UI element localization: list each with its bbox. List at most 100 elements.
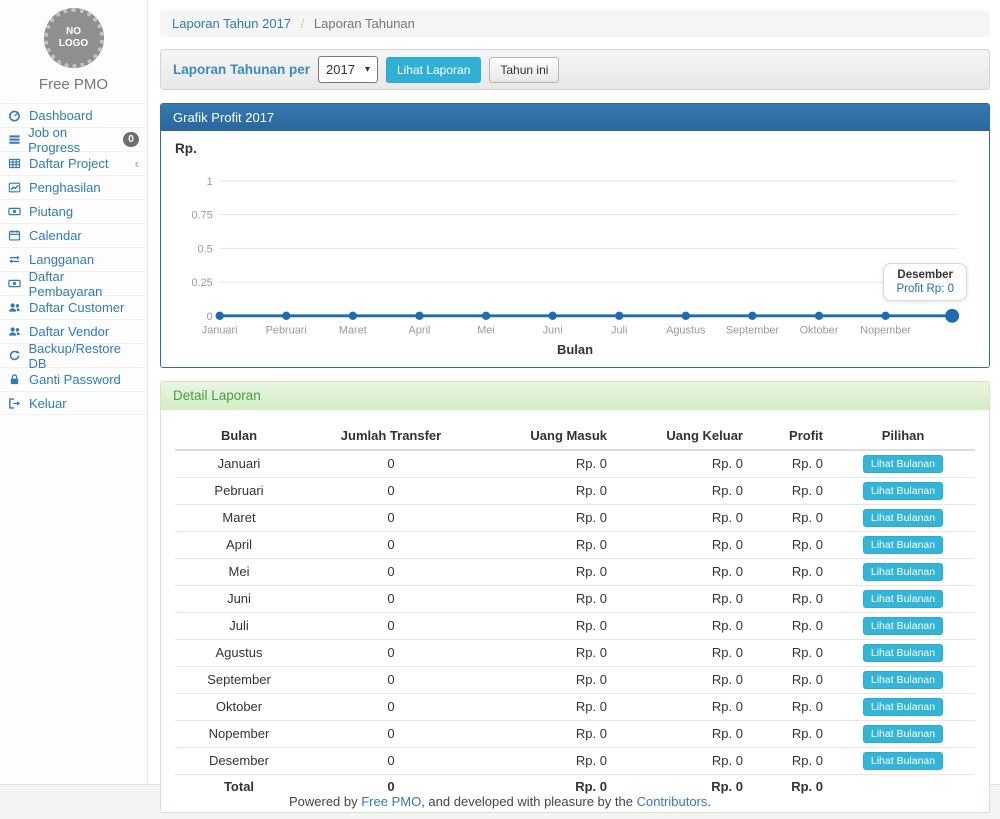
cell-jumlah-transfer: 0 [303,450,479,478]
lihat-bulanan-button[interactable]: Lihat Bulanan [863,590,943,608]
cell-bulan: Mei [175,558,303,585]
cell-uang-masuk: Rp. 0 [479,693,615,720]
sidebar-item-langganan[interactable]: Langganan [0,247,147,271]
breadcrumb: Laporan Tahun 2017 / Laporan Tahunan [160,10,990,37]
sidebar-item-daftar-pembayaran[interactable]: Daftar Pembayaran [0,271,147,295]
sidebar-item-label: Backup/Restore DB [29,341,139,371]
dashboard-icon [8,109,23,122]
sidebar-item-label: Daftar Project [29,156,108,171]
lihat-bulanan-button[interactable]: Lihat Bulanan [863,644,943,662]
cell-uang-keluar: Rp. 0 [615,720,751,747]
table-row: Pebruari0Rp. 0Rp. 0Rp. 0Lihat Bulanan [175,477,975,504]
svg-text:0: 0 [207,311,213,323]
footer-text: . [707,794,711,809]
year-select[interactable]: 2017 ▾ [318,56,378,83]
cell-bulan: Oktober [175,693,303,720]
column-header-jumlah-transfer: Jumlah Transfer [303,422,479,450]
sidebar-item-daftar-vendor[interactable]: Daftar Vendor [0,319,147,343]
cell-uang-masuk: Rp. 0 [479,531,615,558]
svg-text:0.75: 0.75 [191,210,212,222]
cell-uang-keluar: Rp. 0 [615,747,751,774]
sidebar-item-ganti-password[interactable]: Ganti Password [0,367,147,391]
cell-uang-keluar: Rp. 0 [615,666,751,693]
footer-link-freepmo[interactable]: Free PMO [361,794,421,809]
cell-uang-keluar: Rp. 0 [615,693,751,720]
calendar-icon [8,229,23,242]
tahun-ini-button[interactable]: Tahun ini [489,57,559,83]
sidebar-item-penghasilan[interactable]: Penghasilan [0,175,147,199]
count-badge: 0 [123,132,139,147]
column-header-bulan: Bulan [175,422,303,450]
lihat-bulanan-button[interactable]: Lihat Bulanan [863,671,943,689]
sidebar-item-label: Dashboard [29,108,93,123]
column-header-profit: Profit [751,422,831,450]
cell-profit: Rp. 0 [751,558,831,585]
table-row: Juni0Rp. 0Rp. 0Rp. 0Lihat Bulanan [175,585,975,612]
lihat-bulanan-button[interactable]: Lihat Bulanan [863,455,943,473]
profit-line-chart: 10.750.50.250JanuariPebruariMaretAprilMe… [175,159,975,340]
sidebar-item-label: Daftar Pembayaran [29,269,139,299]
lihat-bulanan-button[interactable]: Lihat Bulanan [863,482,943,500]
table-row: Maret0Rp. 0Rp. 0Rp. 0Lihat Bulanan [175,504,975,531]
money-icon [8,205,23,218]
cell-profit: Rp. 0 [751,504,831,531]
sidebar-menu: DashboardJob on Progress0Daftar Project‹… [0,103,147,415]
sidebar-item-label: Piutang [29,204,73,219]
chevron-left-icon: ‹ [135,156,139,171]
sidebar-item-calendar[interactable]: Calendar [0,223,147,247]
sidebar-item-piutang[interactable]: Piutang [0,199,147,223]
breadcrumb-link-laporan-tahun[interactable]: Laporan Tahun 2017 [172,16,291,31]
breadcrumb-current: Laporan Tahunan [314,16,415,31]
cell-uang-masuk: Rp. 0 [479,720,615,747]
column-header-uang-masuk: Uang Masuk [479,422,615,450]
footer-link-contributors[interactable]: Contributors [637,794,708,809]
cell-jumlah-transfer: 0 [303,666,479,693]
lihat-bulanan-button[interactable]: Lihat Bulanan [863,752,943,770]
column-header-uang-keluar: Uang Keluar [615,422,751,450]
table-row: Januari0Rp. 0Rp. 0Rp. 0Lihat Bulanan [175,450,975,478]
lihat-bulanan-button[interactable]: Lihat Bulanan [863,509,943,527]
chart-panel-title: Grafik Profit 2017 [161,104,989,131]
svg-text:September: September [726,325,780,337]
table-row: Nopember0Rp. 0Rp. 0Rp. 0Lihat Bulanan [175,720,975,747]
svg-text:Mei: Mei [477,325,495,337]
lihat-bulanan-button[interactable]: Lihat Bulanan [863,617,943,635]
cell-jumlah-transfer: 0 [303,585,479,612]
sidebar-item-daftar-project[interactable]: Daftar Project ‹ [0,151,147,175]
sidebar-item-daftar-customer[interactable]: Daftar Customer [0,295,147,319]
tooltip-month: Desember [896,269,954,281]
profit-chart-panel: Grafik Profit 2017 Rp. 10.750.50.250Janu… [160,103,990,368]
svg-text:Januari: Januari [202,325,238,337]
lihat-bulanan-button[interactable]: Lihat Bulanan [863,563,943,581]
cell-uang-keluar: Rp. 0 [615,612,751,639]
cell-uang-masuk: Rp. 0 [479,747,615,774]
lihat-bulanan-button[interactable]: Lihat Bulanan [863,725,943,743]
cell-uang-masuk: Rp. 0 [479,558,615,585]
svg-text:Pebruari: Pebruari [266,325,307,337]
cell-jumlah-transfer: 0 [303,693,479,720]
chart-svg: 10.750.50.250JanuariPebruariMaretAprilMe… [175,159,975,340]
sidebar-item-label: Job on Progress [28,125,117,155]
detail-panel-title: Detail Laporan [161,382,989,410]
cell-uang-masuk: Rp. 0 [479,504,615,531]
svg-text:0.25: 0.25 [191,277,212,289]
sidebar-item-keluar[interactable]: Keluar [0,391,147,415]
sidebar-item-label: Daftar Vendor [29,324,109,339]
lihat-laporan-button[interactable]: Lihat Laporan [386,57,481,83]
cell-profit: Rp. 0 [751,585,831,612]
sidebar-item-job-on-progress[interactable]: Job on Progress0 [0,127,147,151]
cell-bulan: Desember [175,747,303,774]
lihat-bulanan-button[interactable]: Lihat Bulanan [863,698,943,716]
cell-uang-keluar: Rp. 0 [615,639,751,666]
lihat-bulanan-button[interactable]: Lihat Bulanan [863,536,943,554]
caret-down-icon: ▾ [365,64,370,75]
footer-text: , and developed with pleasure by the [421,794,636,809]
detail-report-panel: Detail Laporan BulanJumlah TransferUang … [160,381,990,813]
sidebar-item-backup-restore-db[interactable]: Backup/Restore DB [0,343,147,367]
cell-profit: Rp. 0 [751,450,831,478]
cell-bulan: September [175,666,303,693]
total-bulan: Total [175,774,303,798]
sidebar: NO LOGO Free PMO DashboardJob on Progres… [0,0,148,784]
sidebar-item-dashboard[interactable]: Dashboard [0,103,147,127]
refresh-icon [8,349,23,362]
